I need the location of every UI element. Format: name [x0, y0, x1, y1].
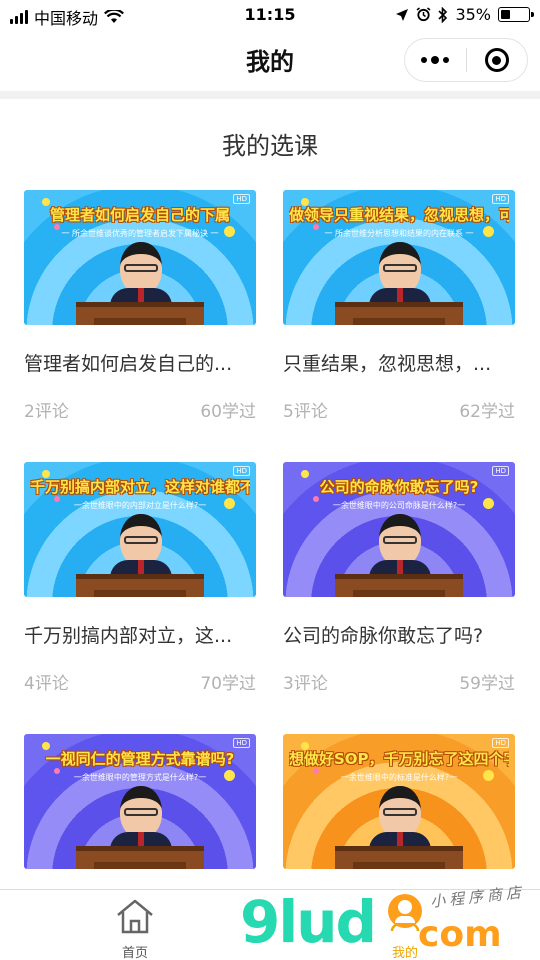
- thumbnail-subtitle: 一余世维眼中的标准是什么样?一: [340, 773, 458, 782]
- course-meta: 2评论 60学过: [24, 397, 256, 422]
- learner-count: 70学过: [200, 674, 256, 694]
- location-arrow-icon: [396, 8, 409, 21]
- more-button[interactable]: [405, 38, 466, 82]
- thumbnail-headline: 管理者如何启发自己的下属: [49, 206, 230, 224]
- course-card[interactable]: HD 一视同仁的管理方式靠谱吗? 一余世维眼中的管理方式是什么样?一: [24, 734, 256, 869]
- course-title[interactable]: 管理者如何启发自己的...: [24, 351, 256, 377]
- course-card[interactable]: HD 千万别搞内部对立，这样对谁都不好一余世维眼中的内部对立是什么样?一千万别搞内…: [24, 462, 256, 694]
- course-title[interactable]: 千万别搞内部对立，这...: [24, 623, 256, 649]
- thumbnail-headline: 公司的命脉你敢忘了吗?: [319, 478, 479, 496]
- battery-icon: [498, 7, 534, 22]
- close-button[interactable]: [466, 38, 527, 82]
- thumbnail-headline: 一视同仁的管理方式靠谱吗?: [45, 750, 235, 768]
- course-card[interactable]: HD 公司的命脉你敢忘了吗? 一余世维眼中的公司命脉是什么样?一 公司的命脉你敢忘了吗…: [283, 462, 515, 694]
- hd-badge: HD: [492, 194, 509, 204]
- course-title[interactable]: 只重结果，忽视思想，...: [283, 351, 515, 377]
- course-card[interactable]: HD 管理者如何启发自己的下属一 所余世维谈优秀的管理者启发下属秘诀 一管理者如何…: [24, 190, 256, 422]
- thumbnail-subtitle: 一 所余世维分析思想和结果的内在联系 一: [324, 229, 474, 238]
- tab-mine-label: 我的: [391, 946, 418, 960]
- thumbnail-headline: 做领导只重视结果，忽视思想，可以吗?: [289, 206, 509, 224]
- thumbnail-subtitle: 一余世维眼中的公司命脉是什么样?一: [332, 501, 466, 510]
- tab-home[interactable]: 首页: [0, 890, 270, 960]
- learner-count: 59学过: [459, 674, 515, 694]
- section-divider: [0, 91, 540, 99]
- person-icon: [390, 899, 420, 932]
- comment-count: 3评论: [283, 674, 328, 694]
- nav-bar: 我的: [0, 30, 540, 90]
- bluetooth-icon: [438, 6, 448, 23]
- course-meta: 5评论 62学过: [283, 397, 515, 422]
- thumbnail-subtitle: 一 所余世维谈优秀的管理者启发下属秘诀 一: [61, 229, 219, 238]
- course-thumbnail[interactable]: HD 想做好SOP，千万别忘了这四个字一余世维眼中的标准是什么样?一: [283, 734, 515, 869]
- hd-badge: HD: [233, 194, 250, 204]
- course-card[interactable]: HD 想做好SOP，千万别忘了这四个字一余世维眼中的标准是什么样?一: [283, 734, 515, 869]
- section-title: 我的选课: [222, 132, 318, 160]
- course-thumbnail[interactable]: HD 一视同仁的管理方式靠谱吗? 一余世维眼中的管理方式是什么样?一: [24, 734, 256, 869]
- course-thumbnail[interactable]: HD 做领导只重视结果，忽视思想，可以吗? 一 所余世维分析思想和结果的内在联系 一: [283, 190, 515, 325]
- battery-percent: 35%: [455, 5, 491, 24]
- hd-badge: HD: [233, 738, 250, 748]
- course-thumbnail[interactable]: HD 公司的命脉你敢忘了吗? 一余世维眼中的公司命脉是什么样?一: [283, 462, 515, 597]
- course-meta: 4评论 70学过: [24, 669, 256, 694]
- thumbnail-headline: 想做好SOP，千万别忘了这四个字: [289, 750, 509, 768]
- course-title[interactable]: 公司的命脉你敢忘了吗?: [283, 623, 515, 649]
- battery-level: [501, 10, 510, 19]
- course-thumbnail[interactable]: HD 管理者如何启发自己的下属一 所余世维谈优秀的管理者启发下属秘诀 一: [24, 190, 256, 325]
- course-card[interactable]: HD 做领导只重视结果，忽视思想，可以吗? 一 所余世维分析思想和结果的内在联系 一…: [283, 190, 515, 422]
- learner-count: 62学过: [459, 402, 515, 422]
- comment-count: 4评论: [24, 674, 69, 694]
- status-bar: 中国移动 11:15 35%: [0, 0, 540, 30]
- learner-count: 60学过: [200, 402, 256, 422]
- tab-home-label: 首页: [121, 946, 148, 960]
- thumbnail-subtitle: 一余世维眼中的内部对立是什么样?一: [73, 501, 207, 510]
- comment-count: 5评论: [283, 402, 328, 422]
- tab-mine[interactable]: 我的: [270, 890, 540, 960]
- status-right: 35%: [395, 5, 534, 24]
- hd-badge: HD: [233, 466, 250, 476]
- target-icon: [484, 48, 509, 72]
- course-meta: 3评论 59学过: [283, 669, 515, 694]
- tab-bar: 首页 我的: [0, 889, 540, 960]
- hd-badge: HD: [492, 738, 509, 748]
- alarm-icon: [416, 7, 431, 22]
- course-thumbnail[interactable]: HD 千万别搞内部对立，这样对谁都不好一余世维眼中的内部对立是什么样?一: [24, 462, 256, 597]
- mini-program-capsule: [404, 38, 528, 82]
- thumbnail-headline: 千万别搞内部对立，这样对谁都不好: [30, 478, 250, 496]
- thumbnail-subtitle: 一余世维眼中的管理方式是什么样?一: [73, 773, 207, 782]
- hd-badge: HD: [492, 466, 509, 476]
- comment-count: 2评论: [24, 402, 69, 422]
- home-icon: [117, 899, 153, 934]
